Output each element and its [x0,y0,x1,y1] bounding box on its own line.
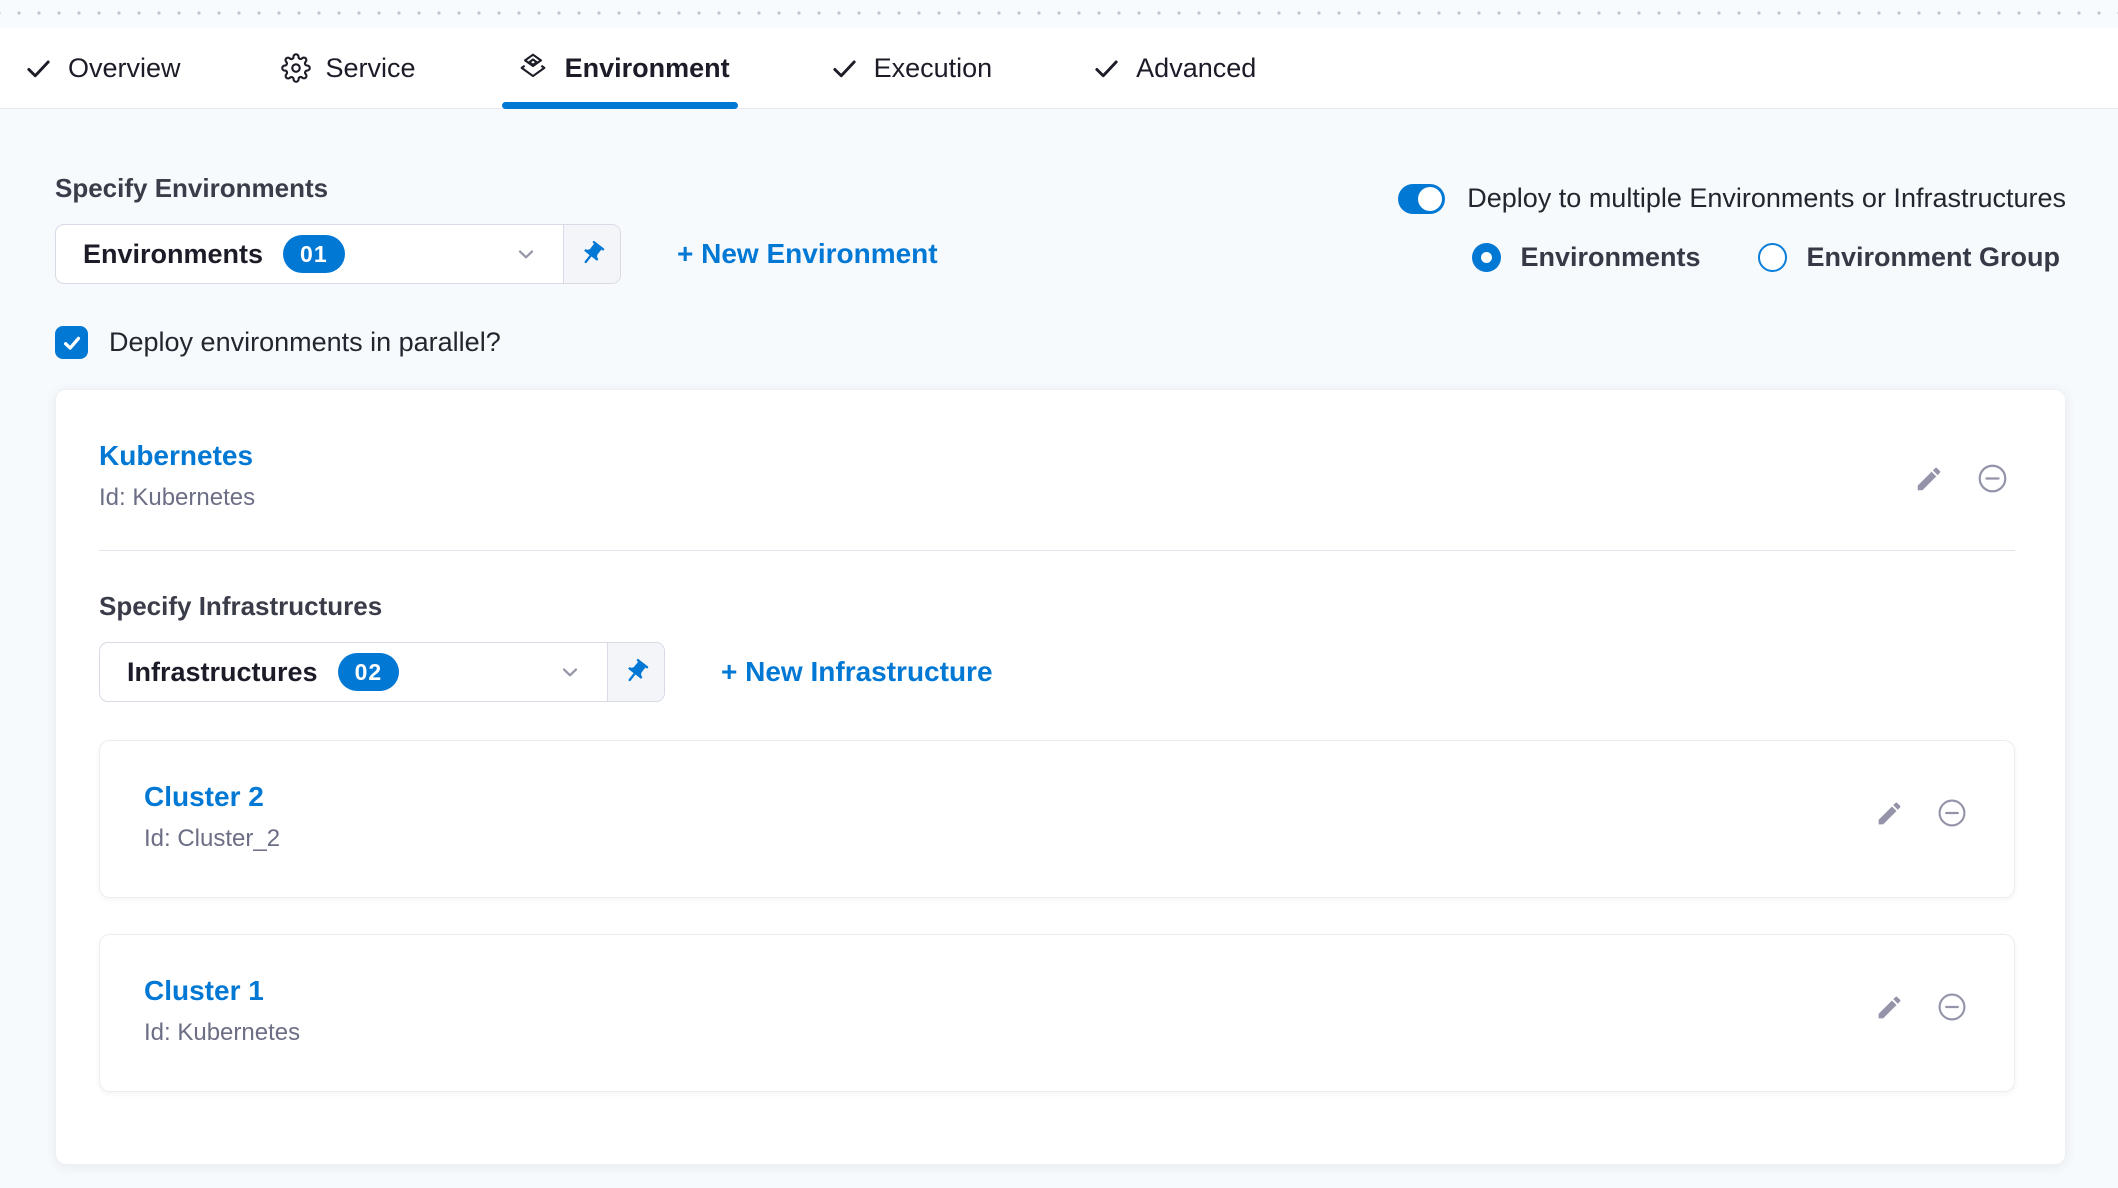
chevron-down-icon [513,241,539,267]
deploy-parallel-row: Deploy environments in parallel? [55,326,2066,359]
pencil-icon [1914,464,1944,494]
infrastructure-list: Cluster 2 Id: Cluster_2 Cluster 1 Id: Ku… [99,740,2015,1092]
card-divider [99,550,2015,551]
check-icon [830,54,859,83]
tab-label: Service [326,53,416,84]
minus-circle-icon [1936,797,1968,829]
check-icon [1092,54,1121,83]
infrastructure-id: Id: Kubernetes [144,1019,300,1047]
tab-label: Execution [874,53,993,84]
environment-icon [516,51,550,85]
infrastructure-identity: Cluster 2 Id: Cluster_2 [144,781,280,853]
infrastructures-select-value[interactable]: Infrastructures 02 [100,643,607,701]
pin-icon [578,240,606,268]
minus-circle-icon [1976,462,2009,495]
specify-infrastructures-heading: Specify Infrastructures [99,591,2015,622]
infrastructure-identity: Cluster 1 Id: Kubernetes [144,975,300,1047]
chevron-down-icon [557,659,583,685]
remove-infrastructure-button[interactable] [1936,797,1968,829]
tab-environment[interactable]: Environment [516,28,730,108]
specify-environments-heading: Specify Environments [55,173,938,204]
pin-icon [622,658,650,686]
environment-identity: Kubernetes Id: Kubernetes [99,440,255,512]
pipeline-canvas-dots [0,0,2118,28]
remove-environment-button[interactable] [1976,462,2009,495]
radio-environments-label: Environments [1520,242,1700,273]
config-tabbar: Overview Service Environment Execution A… [0,28,2118,109]
environment-tab-content: Specify Environments Environments 01 + N… [0,173,2118,1165]
tab-label: Overview [68,53,181,84]
pencil-icon [1875,993,1904,1022]
multi-deploy-toggle-label: Deploy to multiple Environments or Infra… [1467,183,2066,214]
environments-select-label: Environments [83,239,263,270]
radio-selected-icon[interactable] [1472,243,1501,272]
infrastructures-select-label: Infrastructures [127,657,318,688]
environment-id: Id: Kubernetes [99,484,255,512]
pin-runtime-input-button[interactable] [563,225,620,283]
infrastructures-select[interactable]: Infrastructures 02 [99,642,665,702]
toggle-knob [1418,187,1442,211]
infrastructure-name-link[interactable]: Cluster 1 [144,975,300,1007]
tab-label: Environment [565,53,730,84]
multi-environment-controls: Deploy to multiple Environments or Infra… [1398,173,2066,273]
tab-execution[interactable]: Execution [830,28,993,108]
radio-environment-group-label: Environment Group [1806,242,2060,273]
pencil-icon [1875,799,1904,828]
radio-environments[interactable]: Environments [1472,242,1700,273]
minus-circle-icon [1936,991,1968,1023]
remove-infrastructure-button[interactable] [1936,991,1968,1023]
tab-advanced[interactable]: Advanced [1092,28,1256,108]
specify-environments-block: Specify Environments Environments 01 + N… [55,173,938,284]
deploy-parallel-label: Deploy environments in parallel? [109,327,501,358]
environment-name-link[interactable]: Kubernetes [99,440,255,472]
check-icon [61,332,83,354]
radio-unselected-icon[interactable] [1758,243,1787,272]
check-icon [24,54,53,83]
infrastructure-id: Id: Cluster_2 [144,825,280,853]
infrastructure-card: Cluster 1 Id: Kubernetes [99,934,2015,1092]
new-environment-button[interactable]: + New Environment [677,238,938,270]
pin-runtime-input-button[interactable] [607,643,664,701]
edit-environment-button[interactable] [1914,464,1944,494]
edit-infrastructure-button[interactable] [1875,799,1904,828]
edit-infrastructure-button[interactable] [1875,993,1904,1022]
deploy-parallel-checkbox[interactable] [55,326,88,359]
environments-select[interactable]: Environments 01 [55,224,621,284]
infrastructures-count-badge: 02 [338,653,400,691]
environments-count-badge: 01 [283,235,345,273]
tab-service[interactable]: Service [281,28,416,108]
multi-deploy-toggle[interactable] [1398,184,1445,214]
tab-label: Advanced [1136,53,1256,84]
infrastructure-name-link[interactable]: Cluster 2 [144,781,280,813]
infrastructure-card: Cluster 2 Id: Cluster_2 [99,740,2015,898]
active-tab-underline [502,102,738,109]
radio-environment-group[interactable]: Environment Group [1758,242,2060,273]
gear-icon [281,53,311,83]
environments-select-value[interactable]: Environments 01 [56,225,563,283]
environment-card: Kubernetes Id: Kubernetes Specify Infras… [55,389,2066,1165]
new-infrastructure-button[interactable]: + New Infrastructure [721,656,993,688]
tab-overview[interactable]: Overview [24,28,181,108]
